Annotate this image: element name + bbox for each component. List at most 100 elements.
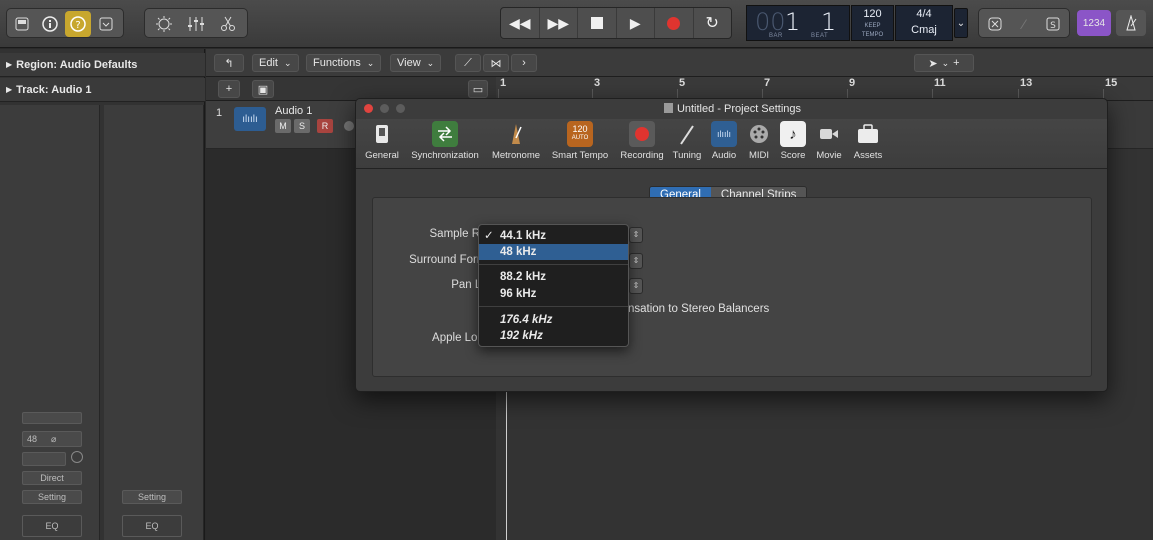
direct-label: Direct <box>40 473 64 483</box>
menu-item-48-khz[interactable]: 48 kHz <box>479 244 628 260</box>
audio-track-icon: ılıılı <box>234 107 266 131</box>
tab-metronome[interactable]: Metronome <box>486 119 546 169</box>
tab-smart-tempo[interactable]: 120 AUTO Smart Tempo <box>547 119 613 169</box>
quick-help-button[interactable]: ? <box>65 11 91 37</box>
lcd-mode-menu[interactable]: ⌄ <box>954 8 968 38</box>
smart-tempo-icon: 120 AUTO <box>567 121 593 147</box>
record-button[interactable] <box>655 8 694 38</box>
window-title-bar: Untitled - Project Settings <box>356 99 1107 119</box>
catch-button[interactable]: › <box>511 54 537 72</box>
stop-icon <box>590 17 603 29</box>
play-button[interactable]: ▶ <box>617 8 655 38</box>
tab-midi[interactable]: MIDI <box>745 119 773 169</box>
mute-button[interactable]: M <box>275 119 291 133</box>
tab-tuning[interactable]: Tuning <box>669 119 705 169</box>
tab-score[interactable]: ♪ Score <box>777 119 809 169</box>
track-number: 1 <box>216 107 223 119</box>
setting-button-right[interactable]: Setting <box>122 490 182 504</box>
ruler-mark: 9 <box>849 77 856 89</box>
replace-button[interactable] <box>982 11 1008 37</box>
help-icon: ? <box>70 16 86 32</box>
mixer-button[interactable] <box>181 11 211 37</box>
fast-forward-button[interactable]: ▶▶ <box>540 8 578 38</box>
tab-synchronization[interactable]: Synchronization <box>405 119 485 169</box>
eq-button-right[interactable]: EQ <box>122 515 182 537</box>
region-label: Region: Audio Defaults <box>16 58 138 71</box>
editors-button[interactable] <box>213 11 243 37</box>
transport-controls: ◀◀ ▶▶ ▶ ↻ <box>500 7 732 39</box>
record-enable-button[interactable]: R <box>317 119 333 133</box>
track-stack-button[interactable]: ▣ <box>252 80 274 98</box>
tab-general-settings[interactable]: General <box>362 119 402 169</box>
strip-setting-slot[interactable] <box>22 412 82 424</box>
sample-rate-popup-arrows[interactable]: ⇕ <box>629 227 643 243</box>
menu-item-88-2-khz[interactable]: 88.2 kHz <box>479 269 628 285</box>
compensation-checkbox-label[interactable]: nsation to Stereo Balancers <box>628 303 769 315</box>
library-button[interactable] <box>9 11 35 37</box>
lcd-bar: 1 <box>785 8 801 36</box>
cycle-button[interactable]: ↻ <box>694 8 732 38</box>
metronome-button[interactable] <box>1116 10 1146 36</box>
tab-label: General <box>365 150 399 161</box>
view-menu[interactable]: View ⌄ <box>390 54 442 72</box>
global-tracks-button[interactable]: ▭ <box>468 80 488 98</box>
lcd-bar-label: BAR <box>769 33 783 39</box>
time-signature: 4/4 <box>916 8 932 20</box>
setting-button-left[interactable]: Setting <box>22 490 82 504</box>
lcd-position[interactable]: 00 1 1 BAR BEAT <box>746 5 850 41</box>
flex-button[interactable]: ⋈ <box>483 54 509 72</box>
functions-label: Functions <box>313 57 361 69</box>
lcd-signature[interactable]: 4/4 Cmaj <box>895 5 953 41</box>
plus-icon: + <box>225 83 233 95</box>
lcd-tempo[interactable]: 120 KEEP TEMPO <box>851 5 894 41</box>
ruler-mark: 13 <box>1020 77 1033 89</box>
solo-mode-button[interactable]: S <box>1040 11 1066 37</box>
settings-toolbar: General Synchronization Metronome 120 AUT… <box>356 119 1107 169</box>
chevron-down-icon: ⌄ <box>283 57 292 68</box>
stop-button[interactable] <box>578 8 617 38</box>
smart-tempo-badge-top: 120 <box>572 124 588 134</box>
edit-menu[interactable]: Edit ⌄ <box>252 54 299 72</box>
automation-icon: ⟋ <box>464 56 472 69</box>
rewind-button[interactable]: ◀◀ <box>501 8 540 38</box>
toolbar-button[interactable] <box>93 11 119 37</box>
ruler-mark: 5 <box>679 77 686 89</box>
pan-law-popup-arrows[interactable]: ⇕ <box>629 278 643 294</box>
direct-output-button[interactable]: Direct <box>22 471 82 485</box>
menu-item-label: 96 kHz <box>500 288 537 300</box>
track-inspector-header[interactable]: ▶ Track: Audio 1 <box>0 78 205 102</box>
count-in-button[interactable]: 1234 <box>1077 10 1111 36</box>
score-note-icon: ♪ <box>780 121 806 147</box>
tuner-button[interactable]: ⁄ <box>1011 11 1037 37</box>
menu-item-96-khz[interactable]: 96 kHz <box>479 286 628 302</box>
add-track-button[interactable]: + <box>218 80 240 98</box>
duplicate-track-icon: ▣ <box>257 83 269 96</box>
region-inspector-header[interactable]: ▶ Region: Audio Defaults <box>0 53 205 77</box>
automation-button[interactable]: ⟋ <box>455 54 481 72</box>
functions-menu[interactable]: Functions ⌄ <box>306 54 382 72</box>
global-tracks-icon: ▭ <box>472 83 484 96</box>
tab-audio[interactable]: ılıılı Audio <box>708 119 740 169</box>
input-format-control[interactable]: 48 ⌀ <box>22 431 82 447</box>
pan-law-label: Pan Law <box>451 279 496 291</box>
tool-menus[interactable]: ➤ ⌄ + <box>914 54 974 72</box>
setting-label: Setting <box>37 492 67 502</box>
menu-item-label: 176.4 kHz <box>500 314 553 326</box>
tab-assets[interactable]: Assets <box>850 119 886 169</box>
tab-recording[interactable]: Recording <box>616 119 668 169</box>
menu-item-176-4-khz[interactable]: 176.4 kHz <box>479 312 628 328</box>
smart-controls-button[interactable] <box>149 11 179 37</box>
input-slot[interactable] <box>22 452 66 466</box>
back-button[interactable]: ↰ <box>214 54 244 72</box>
menu-item-44-1-khz[interactable]: ✓ 44.1 kHz <box>479 228 628 244</box>
surround-format-popup-arrows[interactable]: ⇕ <box>629 253 643 269</box>
briefcase-icon <box>855 121 881 147</box>
inspector-button[interactable] <box>37 11 63 37</box>
solo-button[interactable]: S <box>294 119 310 133</box>
inspector: ▶ Region: Audio Defaults ▶ Track: Audio … <box>0 49 205 540</box>
tab-movie[interactable]: Movie <box>813 119 845 169</box>
menu-separator <box>479 306 628 307</box>
eq-button-left[interactable]: EQ <box>22 515 82 537</box>
menu-item-192-khz[interactable]: 192 kHz <box>479 328 628 344</box>
tab-label: Movie <box>816 150 842 161</box>
